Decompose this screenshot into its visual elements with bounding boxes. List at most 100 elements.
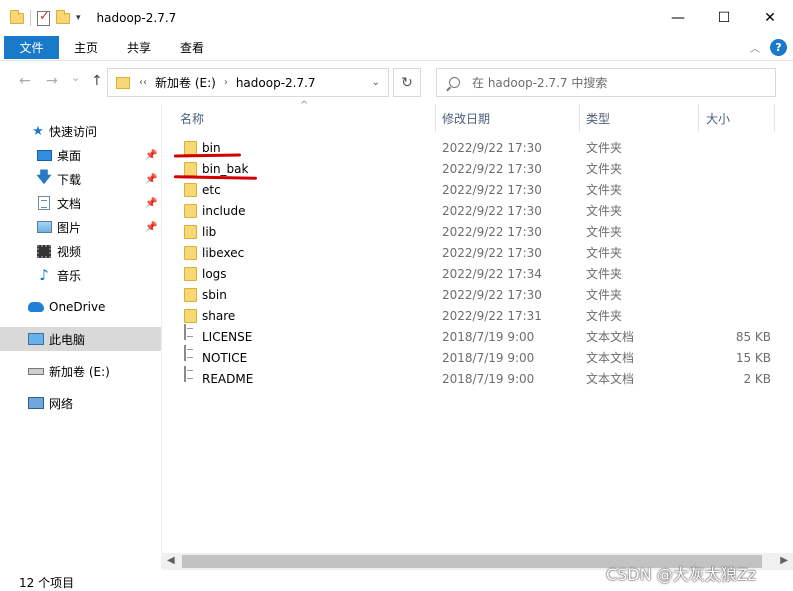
- sidebar-item-downloads[interactable]: 🡇 下载 📌: [0, 167, 161, 191]
- document-icon: [36, 196, 52, 210]
- chevron-right-icon[interactable]: ›: [224, 77, 228, 88]
- table-row[interactable]: lib 2022/9/22 17:30 文件夹: [162, 221, 793, 242]
- folder-icon: [116, 76, 130, 89]
- folder-icon: [184, 267, 197, 281]
- folder-icon: [184, 204, 197, 218]
- back-button[interactable]: ←: [19, 73, 31, 89]
- picture-icon: [36, 220, 52, 234]
- folder-icon: [184, 225, 197, 239]
- sidebar-item-onedrive[interactable]: OneDrive: [0, 295, 161, 319]
- table-row[interactable]: NOTICE 2018/7/19 9:00 文本文档 15 KB: [162, 345, 793, 368]
- file-type: 文本文档: [586, 351, 635, 365]
- sidebar-item-label: 文档: [57, 196, 82, 211]
- close-button[interactable]: ✕: [747, 0, 793, 36]
- folder-icon: [184, 183, 197, 197]
- sidebar-item-music[interactable]: ♪ 音乐: [0, 263, 161, 287]
- sidebar-item-videos[interactable]: 视频: [0, 239, 161, 263]
- pin-icon[interactable]: 📌: [145, 222, 157, 233]
- computer-icon: [28, 332, 44, 346]
- column-header-type[interactable]: 类型: [586, 104, 610, 132]
- quick-access-toolbar: ▾: [10, 9, 81, 26]
- sidebar-item-desktop[interactable]: 桌面 📌: [0, 143, 161, 167]
- file-name: README: [202, 371, 254, 386]
- navigation-pane[interactable]: ★ 快速访问 桌面 📌 🡇 下载 📌 文档 📌 图片 📌 视频 ♪ 音乐 One…: [0, 104, 161, 569]
- refresh-button[interactable]: ↻: [393, 68, 421, 97]
- network-icon: [28, 396, 44, 410]
- help-icon[interactable]: ?: [770, 39, 787, 56]
- sidebar-item-network[interactable]: 网络: [0, 391, 161, 415]
- sidebar-item-pictures[interactable]: 图片 📌: [0, 215, 161, 239]
- sidebar-item-quick-access[interactable]: ★ 快速访问: [0, 119, 161, 143]
- breadcrumb-drive[interactable]: 新加卷 (E:): [155, 74, 216, 91]
- tab-view[interactable]: 查看: [180, 36, 204, 59]
- address-bar[interactable]: ‹‹ 新加卷 (E:) › hadoop-2.7.7 ⌄: [107, 68, 389, 97]
- file-size: 2 KB: [743, 371, 771, 386]
- cloud-icon: [28, 300, 44, 314]
- up-button[interactable]: ↑: [91, 73, 103, 89]
- sidebar-item-drive-e[interactable]: 新加卷 (E:): [0, 359, 161, 383]
- new-folder-icon[interactable]: [56, 9, 70, 24]
- pin-icon[interactable]: 📌: [145, 150, 157, 161]
- file-date: 2018/7/19 9:00: [442, 350, 535, 365]
- table-row[interactable]: bin_bak 2022/9/22 17:30 文件夹: [162, 158, 793, 179]
- recent-locations-button[interactable]: ⌄: [71, 71, 80, 84]
- file-name: sbin: [202, 287, 227, 302]
- table-row[interactable]: logs 2022/9/22 17:34 文件夹: [162, 263, 793, 284]
- file-name: logs: [202, 266, 227, 281]
- text-file-icon: [184, 324, 186, 340]
- table-row[interactable]: LICENSE 2018/7/19 9:00 文本文档 85 KB: [162, 324, 793, 347]
- column-divider[interactable]: [435, 104, 436, 132]
- column-header-name[interactable]: 名称: [180, 104, 204, 132]
- chevron-down-icon[interactable]: ⌄: [372, 77, 380, 88]
- search-input[interactable]: 在 hadoop-2.7.7 中搜索: [436, 68, 776, 97]
- star-icon: ★: [32, 123, 44, 139]
- folder-icon: [184, 141, 197, 155]
- scroll-left-button[interactable]: ◀: [167, 555, 175, 566]
- file-name: LICENSE: [202, 329, 253, 344]
- text-file-icon: [184, 345, 186, 361]
- forward-button[interactable]: →: [46, 73, 58, 89]
- ribbon-tabs: 文件 主页 共享 查看 ︿ ?: [0, 36, 793, 60]
- file-type: 文件夹: [586, 267, 623, 281]
- folder-icon: [184, 246, 197, 260]
- table-row[interactable]: README 2018/7/19 9:00 文本文档 2 KB: [162, 366, 793, 389]
- column-divider[interactable]: [774, 104, 775, 132]
- tab-file[interactable]: 文件: [4, 36, 59, 59]
- table-row[interactable]: sbin 2022/9/22 17:30 文件夹: [162, 284, 793, 305]
- tab-share[interactable]: 共享: [127, 36, 151, 59]
- file-size: 15 KB: [735, 350, 771, 365]
- file-list[interactable]: 名称 ^ 修改日期 类型 大小 bin 2022/9/22 17:30 文件夹 bin…: [162, 100, 793, 553]
- table-row[interactable]: libexec 2022/9/22 17:30 文件夹: [162, 242, 793, 263]
- customize-toolbar-dropdown[interactable]: ▾: [76, 13, 81, 23]
- table-row[interactable]: include 2022/9/22 17:30 文件夹: [162, 200, 793, 221]
- folder-icon: [184, 162, 197, 176]
- column-divider[interactable]: [698, 104, 699, 132]
- tab-home[interactable]: 主页: [74, 36, 98, 59]
- file-name: NOTICE: [202, 350, 248, 365]
- table-row[interactable]: bin 2022/9/22 17:30 文件夹: [162, 137, 793, 158]
- file-type: 文件夹: [586, 225, 623, 239]
- maximize-button[interactable]: ☐: [701, 0, 747, 36]
- scroll-right-button[interactable]: ▶: [780, 555, 788, 566]
- column-header-date[interactable]: 修改日期: [442, 104, 490, 132]
- sidebar-item-label: 快速访问: [49, 124, 98, 139]
- properties-icon[interactable]: [37, 9, 50, 26]
- table-row[interactable]: share 2022/9/22 17:31 文件夹: [162, 305, 793, 326]
- file-name: include: [202, 203, 246, 218]
- pin-icon[interactable]: 📌: [145, 174, 157, 185]
- minimize-button[interactable]: —: [655, 0, 701, 36]
- sidebar-item-documents[interactable]: 文档 📌: [0, 191, 161, 215]
- file-name: share: [202, 308, 236, 323]
- table-row[interactable]: etc 2022/9/22 17:30 文件夹: [162, 179, 793, 200]
- expand-ribbon-icon[interactable]: ︿: [750, 40, 760, 55]
- column-header-size[interactable]: 大小: [706, 104, 730, 132]
- window-title: hadoop-2.7.7: [96, 11, 177, 25]
- file-date: 2022/9/22 17:30: [442, 203, 542, 218]
- sidebar-item-this-pc[interactable]: 此电脑: [0, 327, 161, 351]
- file-name: lib: [202, 224, 217, 239]
- file-type: 文件夹: [586, 162, 623, 176]
- breadcrumb-folder[interactable]: hadoop-2.7.7: [236, 76, 316, 90]
- breadcrumb-overflow[interactable]: ‹‹: [139, 77, 147, 88]
- pin-icon[interactable]: 📌: [145, 198, 157, 209]
- column-divider[interactable]: [579, 104, 580, 132]
